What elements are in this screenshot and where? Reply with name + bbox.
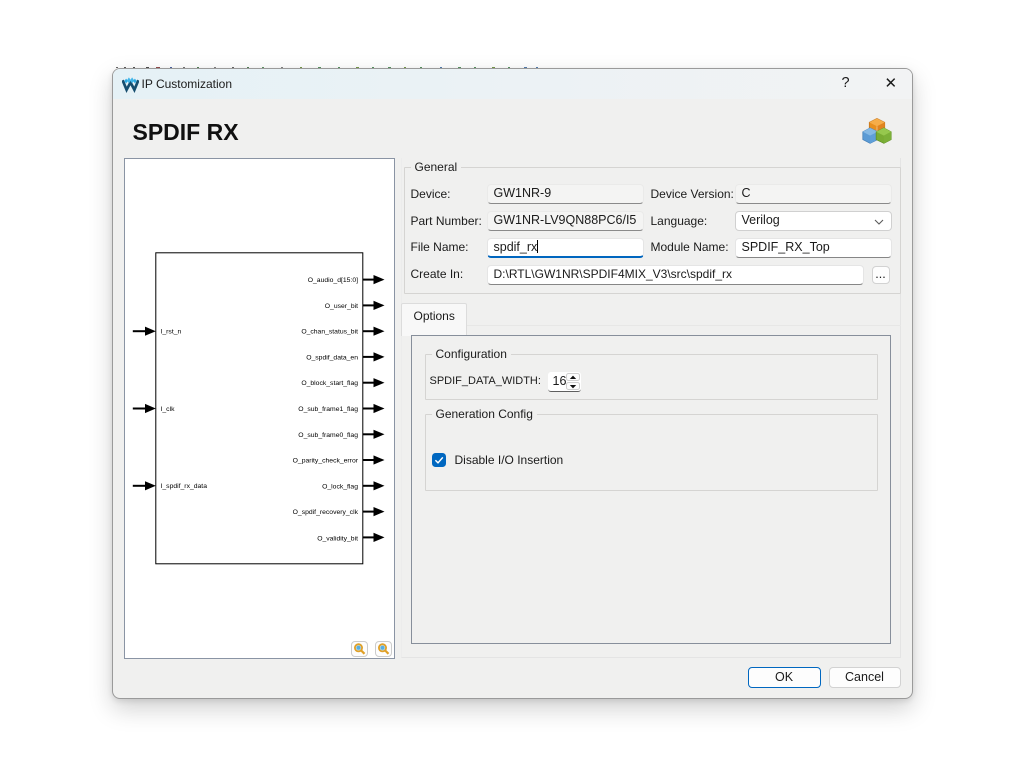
svg-text:O_chan_status_bit: O_chan_status_bit [301,329,358,336]
svg-text:O_parity_check_error: O_parity_check_error [292,458,358,465]
svg-text:O_audio_d[15:0]: O_audio_d[15:0] [307,277,357,284]
svg-text:O_user_bit: O_user_bit [324,303,357,310]
svg-text:I_rst_n: I_rst_n [160,329,181,336]
svg-text:O_validity_bit: O_validity_bit [317,535,358,542]
svg-text:O_spdif_data_en: O_spdif_data_en [306,354,358,361]
svg-text:O_sub_frame1_flag: O_sub_frame1_flag [298,406,358,413]
svg-text:I_clk: I_clk [160,406,175,413]
svg-text:O_block_start_flag: O_block_start_flag [301,380,358,387]
svg-text:O_lock_flag: O_lock_flag [322,483,358,490]
svg-text:O_spdif_recovery_clk: O_spdif_recovery_clk [292,509,358,516]
svg-text:I_spdif_rx_data: I_spdif_rx_data [160,483,207,490]
svg-text:O_sub_frame0_flag: O_sub_frame0_flag [298,432,358,439]
